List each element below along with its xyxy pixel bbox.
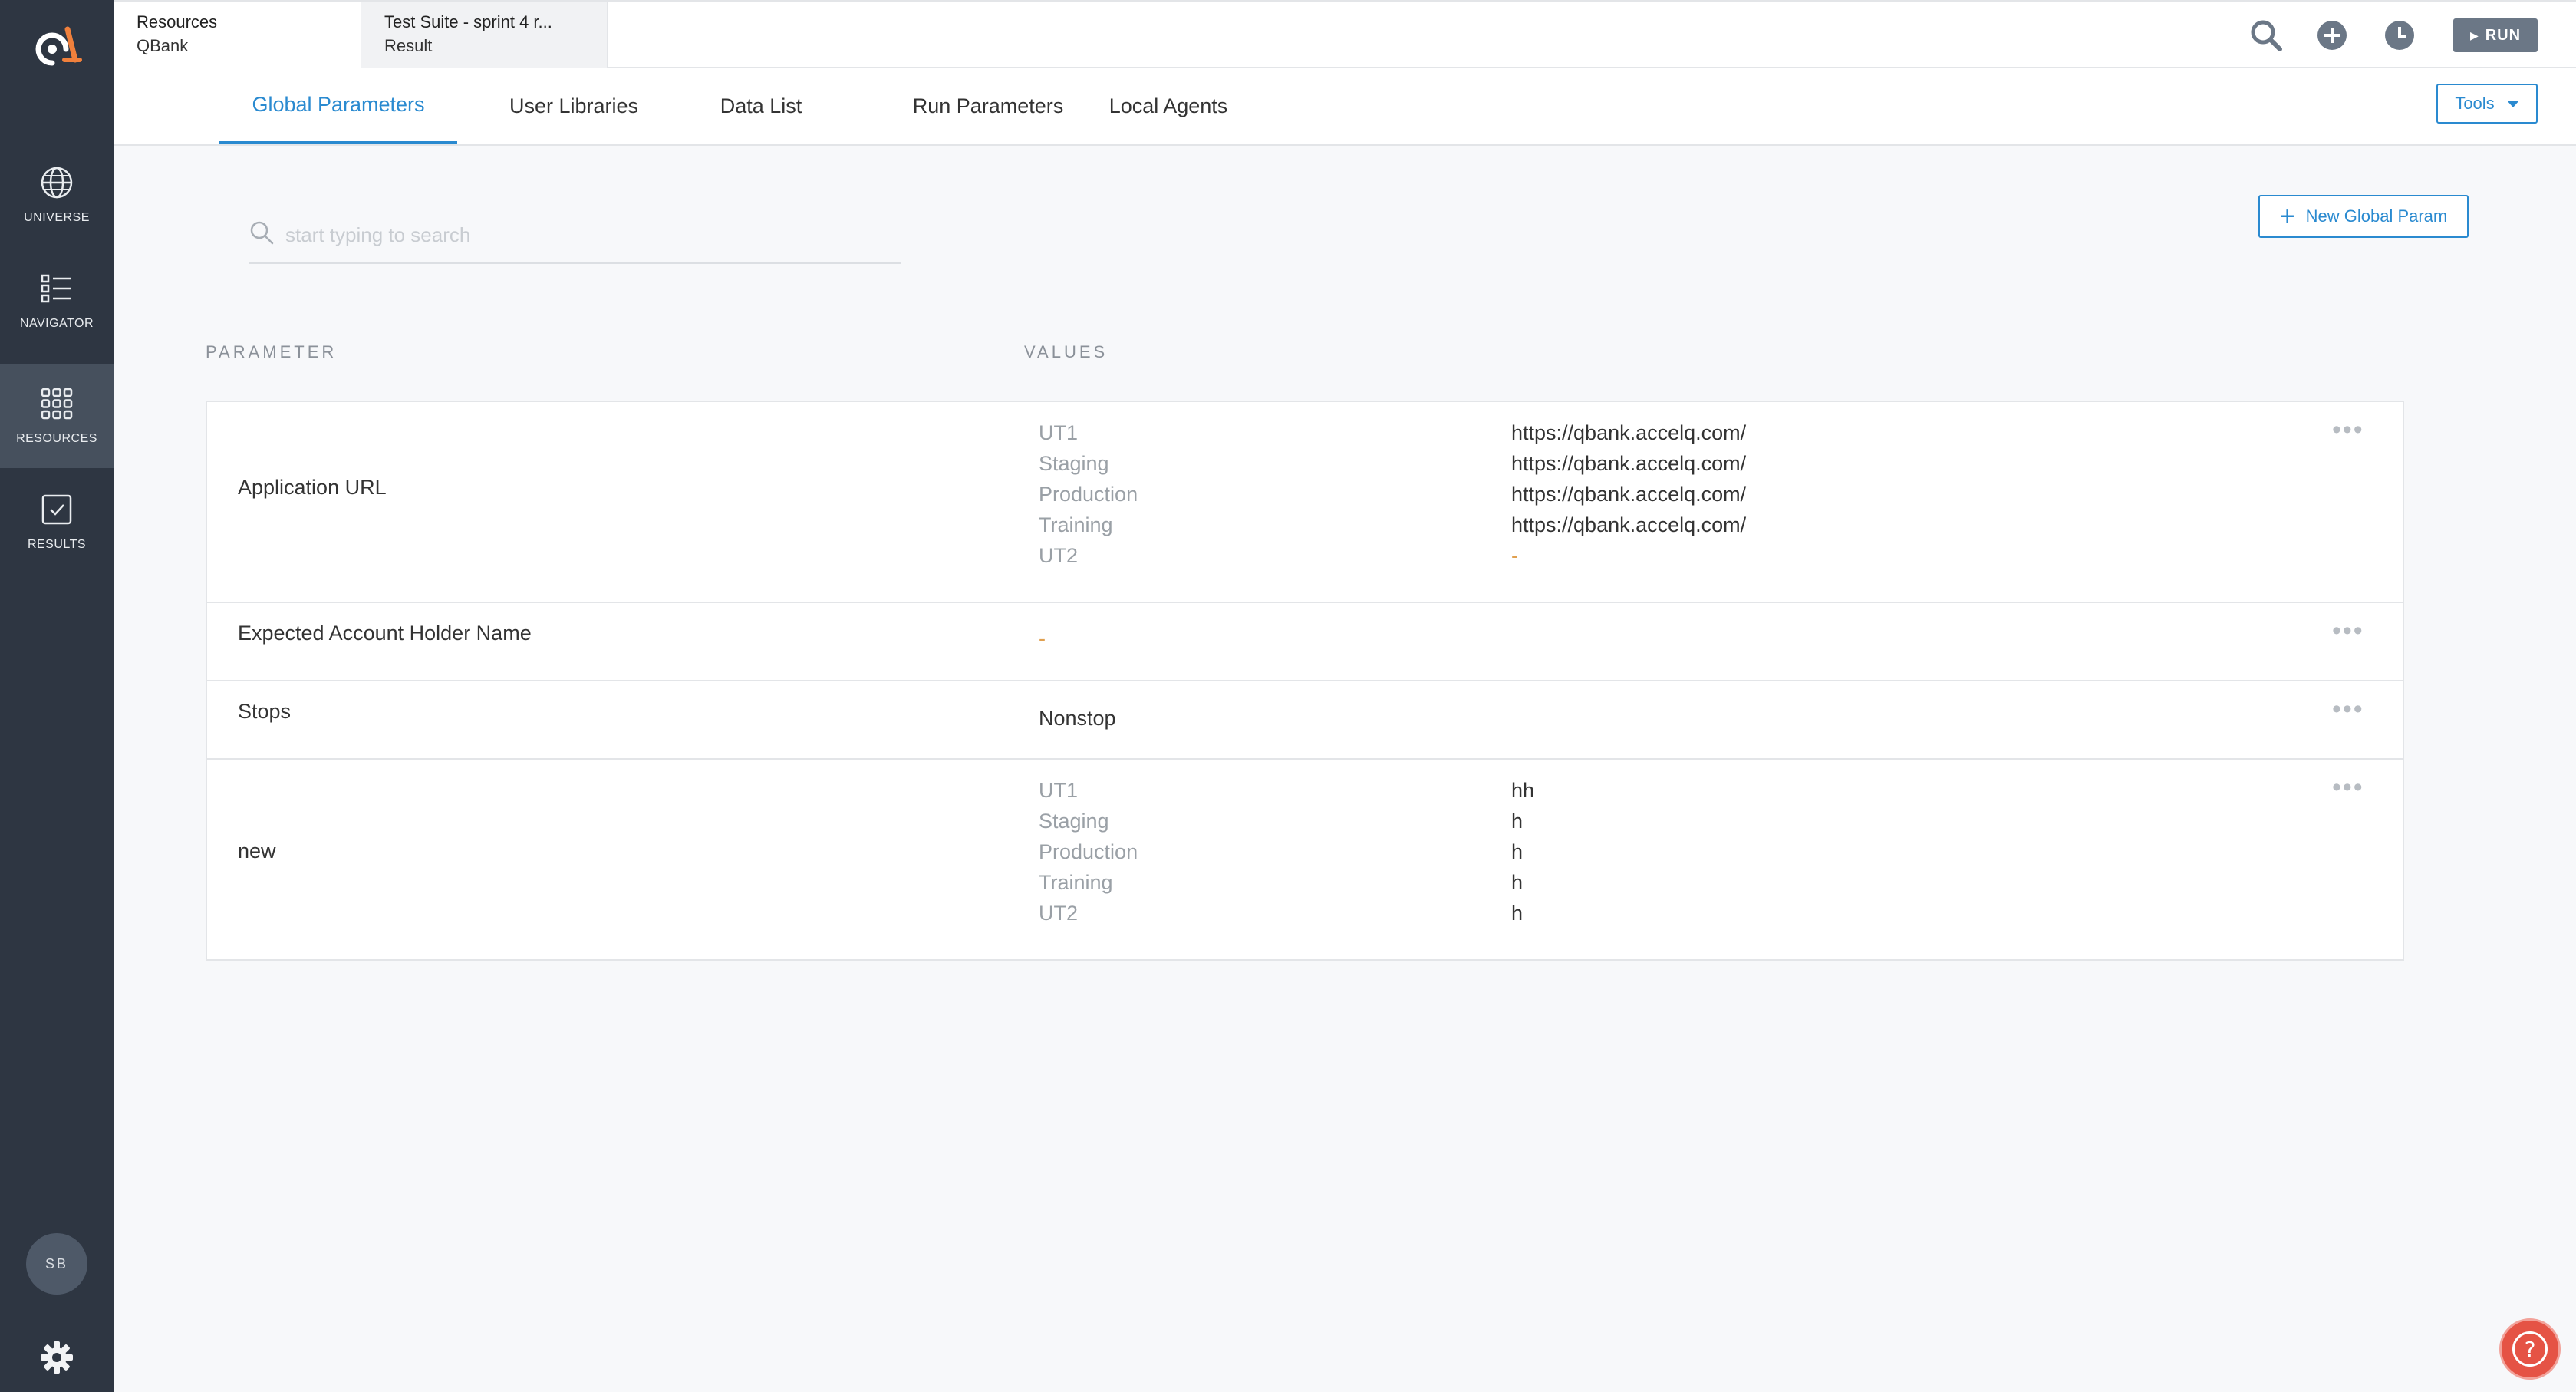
tab-local-agents[interactable]: Local Agents (973, 68, 1364, 144)
sidebar-item-label: RESOURCES (16, 432, 97, 445)
resource-tabs: Global Parameters User Libraries Data Li… (114, 68, 2576, 146)
accelq-logo[interactable] (29, 23, 87, 69)
run-button[interactable]: ▶ RUN (2453, 18, 2538, 52)
sidebar: UNIVERSE NAVIGATOR RESOURCES RESULTS SB (0, 0, 114, 1392)
new-global-param-button[interactable]: + New Global Param (2258, 195, 2469, 238)
param-value: h (1511, 902, 1524, 925)
param-value: h (1511, 871, 1524, 894)
run-label: RUN (2485, 26, 2522, 44)
param-value: https://qbank.accelq.com/ (1511, 452, 1747, 475)
caret-down-icon (2506, 100, 2519, 107)
grid-icon (41, 388, 73, 420)
context-tab-subtitle: QBank (137, 36, 189, 55)
tools-label: Tools (2455, 94, 2495, 113)
env-label: Production (1039, 483, 1138, 506)
sidebar-item-universe[interactable]: UNIVERSE (0, 143, 114, 247)
param-name: Expected Account Holder Name (238, 622, 532, 645)
add-circle-icon[interactable] (2315, 18, 2349, 52)
env-list: UT1 Staging Production Training UT2 (1039, 417, 1138, 571)
list-icon (41, 274, 71, 303)
row-menu-icon[interactable]: ••• (2332, 417, 2364, 443)
value-list: Nonstop (1039, 703, 1116, 734)
sidebar-item-label: RESULTS (27, 538, 87, 551)
question-icon: ? (2512, 1331, 2548, 1367)
param-value: - (1511, 544, 1518, 567)
env-label: Production (1039, 840, 1138, 863)
context-tab-subtitle: Result (384, 36, 433, 55)
sidebar-item-navigator[interactable]: NAVIGATOR (0, 249, 114, 353)
context-tab-test-suite[interactable]: Test Suite - sprint 4 r... Result (361, 2, 608, 69)
search-box (249, 218, 901, 264)
column-header-values: VALUES (1024, 342, 1108, 361)
param-value: - (1039, 627, 1046, 650)
env-label: Staging (1039, 810, 1109, 833)
env-label: UT1 (1039, 779, 1079, 802)
table-row[interactable]: Application URL UT1 Staging Production T… (207, 402, 2403, 603)
new-global-param-label: New Global Param (2305, 206, 2448, 226)
tab-user-libraries[interactable]: User Libraries (466, 68, 681, 144)
value-list: - (1039, 623, 1046, 654)
context-tab-title: Resources (137, 12, 218, 31)
param-name: Stops (238, 700, 292, 723)
sidebar-item-results[interactable]: RESULTS (0, 470, 114, 574)
sidebar-item-label: NAVIGATOR (19, 317, 94, 330)
search-icon (250, 221, 274, 245)
context-tab-title: Test Suite - sprint 4 r... (384, 12, 552, 31)
global-params-table: Application URL UT1 Staging Production T… (206, 401, 2404, 961)
env-list: UT1 Staging Production Training UT2 (1039, 775, 1138, 929)
param-name: new (238, 839, 276, 863)
param-value: hh (1511, 779, 1535, 802)
sidebar-item-resources[interactable]: RESOURCES (0, 364, 114, 468)
value-list: hh h h h h (1511, 775, 1534, 929)
table-row[interactable]: Stops Nonstop ••• (207, 681, 2403, 760)
column-header-parameter: PARAMETER (206, 342, 338, 361)
clock-icon[interactable] (2383, 18, 2416, 52)
param-value: Nonstop (1039, 707, 1116, 730)
table-row[interactable]: new UT1 Staging Production Training UT2 … (207, 760, 2403, 959)
row-menu-icon[interactable]: ••• (2332, 696, 2364, 722)
gear-icon[interactable] (37, 1338, 77, 1377)
help-button[interactable]: ? (2499, 1318, 2561, 1380)
env-label: Staging (1039, 452, 1109, 475)
param-name: Application URL (238, 476, 387, 499)
tools-dropdown[interactable]: Tools (2436, 84, 2538, 124)
env-label: UT1 (1039, 421, 1079, 444)
sidebar-item-label: UNIVERSE (24, 211, 90, 224)
env-label: UT2 (1039, 544, 1079, 567)
search-input[interactable] (285, 221, 891, 249)
value-list: https://qbank.accelq.com/ https://qbank.… (1511, 417, 1746, 571)
tab-global-parameters[interactable]: Global Parameters (219, 68, 457, 144)
globe-icon (41, 167, 73, 199)
env-label: UT2 (1039, 902, 1079, 925)
param-value: h (1511, 840, 1524, 863)
row-menu-icon[interactable]: ••• (2332, 618, 2364, 644)
env-label: Training (1039, 871, 1113, 894)
search-icon[interactable] (2249, 18, 2283, 52)
param-value: h (1511, 810, 1524, 833)
row-menu-icon[interactable]: ••• (2332, 774, 2364, 800)
table-row[interactable]: Expected Account Holder Name - ••• (207, 603, 2403, 681)
plus-icon: + (2279, 202, 2295, 231)
env-label: Training (1039, 513, 1113, 536)
checkbox-icon (41, 494, 72, 525)
avatar[interactable]: SB (26, 1233, 87, 1295)
play-icon: ▶ (2469, 28, 2479, 41)
param-value: https://qbank.accelq.com/ (1511, 483, 1747, 506)
param-value: https://qbank.accelq.com/ (1511, 421, 1747, 444)
param-value: https://qbank.accelq.com/ (1511, 513, 1747, 536)
context-tab-resources[interactable]: Resources QBank (114, 2, 361, 69)
top-bar: Resources QBank Test Suite - sprint 4 r.… (114, 0, 2576, 69)
